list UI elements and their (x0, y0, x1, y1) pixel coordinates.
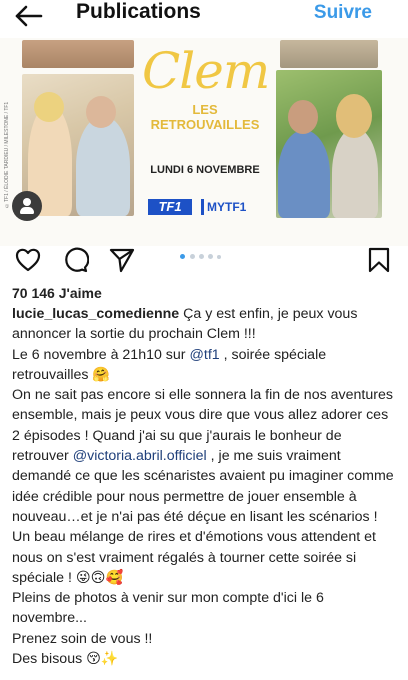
follow-button[interactable]: Suivre (314, 2, 372, 24)
top-bar: Publications Suivre (0, 0, 408, 38)
photo-couple-right (276, 70, 382, 218)
caption-text: , je me suis vraiment demandé ce que les… (12, 448, 398, 586)
carousel-dot (208, 254, 213, 259)
caption-text: Le 6 novembre à 21h10 sur (12, 346, 190, 363)
carousel-dot (199, 254, 204, 259)
caption-text: Pleins de photos à venir sur mon compte … (12, 590, 328, 627)
show-logo-title: Clem (142, 42, 270, 100)
broadcast-date: LUNDI 6 NOVEMBRE (150, 164, 260, 176)
heart-icon[interactable] (14, 246, 42, 274)
page-title: Publications (76, 0, 201, 23)
show-subtitle: LES RETROUVAILLES (150, 102, 260, 132)
caption-text: Prenez soin de vous !! (12, 630, 153, 647)
tagged-people-icon[interactable] (12, 191, 42, 221)
tf1-logo: TF1 (148, 199, 192, 215)
carousel-dot-active (180, 254, 185, 259)
mytf1-logo: MYTF1 (201, 199, 257, 215)
post-image[interactable]: ©TF1 / ÉLODIE TARDIEU / MILESTONE / TF1 … (0, 38, 408, 246)
post-caption: lucie_lucas_comedienne Ça y est enfin, j… (12, 304, 396, 669)
back-arrow-icon[interactable] (14, 4, 44, 28)
send-icon[interactable] (108, 246, 136, 274)
likes-count[interactable]: 70 146 J'aime (12, 285, 102, 301)
photo-top-left (22, 40, 134, 68)
mention-victoria[interactable]: @victoria.abril.officiel (73, 448, 207, 464)
photo-top-right (280, 40, 378, 68)
carousel-dot (190, 254, 195, 259)
mention-tf1[interactable]: @tf1 (189, 347, 219, 363)
comment-icon[interactable] (61, 246, 89, 274)
photo-credit: ©TF1 / ÉLODIE TARDIEU / MILESTONE / TF1 (4, 101, 10, 208)
carousel-indicator (180, 254, 240, 262)
photo-couple-left (22, 74, 134, 216)
caption-text: Des bisous 😚✨ (12, 651, 119, 668)
caption-username[interactable]: lucie_lucas_comedienne (12, 306, 179, 322)
carousel-dot (217, 255, 221, 259)
bookmark-icon[interactable] (365, 246, 393, 274)
